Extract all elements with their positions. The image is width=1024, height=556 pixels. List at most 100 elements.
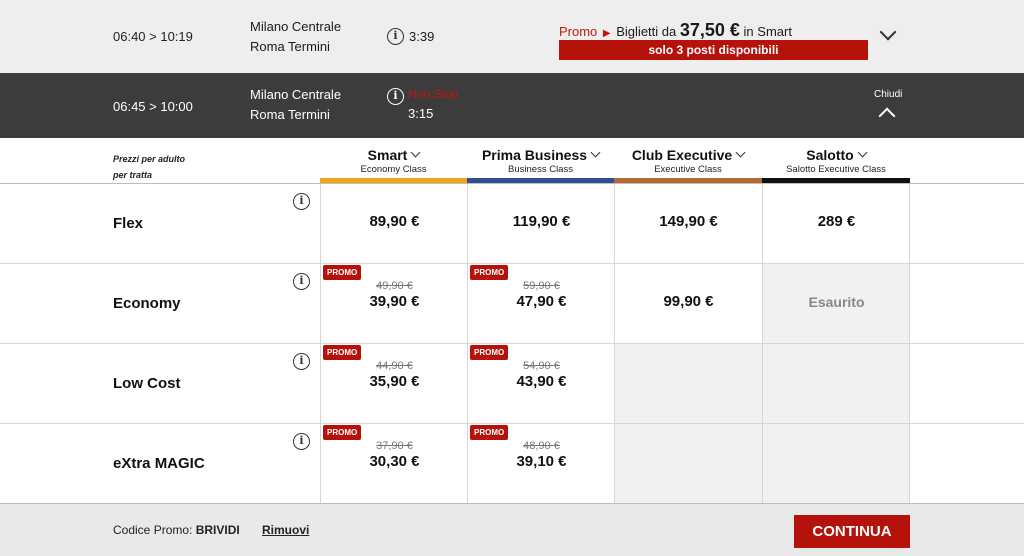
price: 30,30 € bbox=[369, 453, 420, 470]
fare-name: Economy bbox=[113, 295, 181, 312]
class-sub: Executive Class bbox=[654, 164, 722, 175]
train-duration: 3:39 bbox=[409, 29, 435, 44]
chevron-down-icon bbox=[410, 147, 421, 158]
close-label[interactable]: Chiudi bbox=[874, 89, 902, 100]
info-icon[interactable]: i bbox=[387, 88, 404, 105]
promo-price: 37,50 € bbox=[679, 20, 740, 40]
price: 39,10 € bbox=[516, 453, 567, 470]
arrival-station: Roma Termini bbox=[250, 107, 330, 122]
class-sub: Business Class bbox=[508, 164, 573, 175]
fare-cell[interactable]: 119,90 € bbox=[467, 184, 615, 263]
fare-row: eXtra MAGIC i PROMO 37,90 €30,30 € PROMO 48,9… bbox=[0, 424, 1024, 504]
info-icon[interactable]: i bbox=[293, 273, 310, 290]
promo-badge: PROMO bbox=[470, 345, 509, 360]
promo-badge: PROMO bbox=[470, 425, 509, 440]
fare-cell[interactable]: PROMO 44,90 €35,90 € bbox=[320, 344, 468, 423]
class-name: Club Executive bbox=[631, 147, 733, 163]
sold-out-label: Esaurito bbox=[808, 294, 865, 310]
class-name: Prima Business bbox=[481, 147, 588, 163]
promo-label: Promo bbox=[559, 24, 598, 39]
promo-badge: PROMO bbox=[470, 265, 509, 280]
old-price: 54,90 € bbox=[523, 360, 560, 372]
fare-cell[interactable]: 289 € bbox=[762, 184, 910, 263]
class-color-bar bbox=[467, 178, 614, 183]
play-arrow-icon: ▶ bbox=[602, 28, 611, 39]
column-divider bbox=[909, 344, 910, 423]
old-price: 44,90 € bbox=[376, 360, 413, 372]
promo-code-label: Codice Promo: bbox=[113, 523, 193, 537]
per-adult-line1: Prezzi per adulto bbox=[113, 154, 186, 164]
fare-name: eXtra MAGIC bbox=[113, 455, 205, 472]
class-salotto[interactable]: Salotto Salotto Executive Class bbox=[762, 147, 910, 184]
class-smart[interactable]: Smart Economy Class bbox=[320, 147, 467, 184]
price: 47,90 € bbox=[516, 293, 567, 310]
train-row-0640[interactable]: 06:40 > 10:19 Milano Centrale Roma Termi… bbox=[0, 0, 1024, 73]
price: 149,90 € bbox=[659, 213, 718, 230]
fare-cell[interactable]: PROMO 59,90 €47,90 € bbox=[467, 264, 615, 343]
chevron-down-icon bbox=[857, 147, 868, 158]
train-row-0645[interactable]: 06:45 > 10:00 Milano Centrale Roma Termi… bbox=[0, 73, 1024, 138]
fare-cell[interactable]: 99,90 € bbox=[614, 264, 762, 343]
fare-cell[interactable]: PROMO 54,90 €43,90 € bbox=[467, 344, 615, 423]
fare-class-header: Prezzi per adulto per tratta Smart Econo… bbox=[0, 138, 1024, 184]
fare-cell[interactable]: 89,90 € bbox=[320, 184, 468, 263]
availability-banner: solo 3 posti disponibili bbox=[559, 40, 868, 60]
column-divider bbox=[909, 424, 910, 503]
fare-row: Flex i 89,90 € 119,90 € 149,90 € 289 € bbox=[0, 184, 1024, 264]
nonstop-label: Non Stop bbox=[408, 87, 459, 101]
fare-row: Low Cost i PROMO 44,90 €35,90 € PROMO 54,90 €… bbox=[0, 344, 1024, 424]
class-sub: Economy Class bbox=[360, 164, 427, 175]
class-color-bar bbox=[320, 178, 467, 183]
promo-text-before: Biglietti da bbox=[616, 24, 677, 39]
promo-text-after: in Smart bbox=[743, 24, 792, 39]
class-name: Salotto bbox=[806, 147, 854, 163]
chevron-down-icon bbox=[735, 147, 746, 158]
class-prima-business[interactable]: Prima Business Business Class bbox=[467, 147, 614, 184]
promo-code: Codice Promo: BRIVIDI bbox=[113, 523, 240, 537]
fare-cell-empty bbox=[762, 424, 910, 503]
chevron-up-icon[interactable] bbox=[878, 107, 896, 125]
fare-cell-empty bbox=[762, 344, 910, 423]
class-sub: Salotto Executive Class bbox=[786, 164, 886, 175]
class-color-bar bbox=[762, 178, 910, 183]
price: 119,90 € bbox=[512, 213, 571, 230]
column-divider bbox=[909, 264, 910, 343]
footer-bar: Codice Promo: BRIVIDI Rimuovi CONTINUA bbox=[0, 503, 1024, 556]
fare-cell[interactable]: 149,90 € bbox=[614, 184, 762, 263]
departure-station: Milano Centrale bbox=[250, 19, 342, 34]
price: 43,90 € bbox=[516, 373, 567, 390]
info-icon[interactable]: i bbox=[293, 353, 310, 370]
train-times: 06:45 > 10:00 bbox=[113, 99, 193, 114]
old-price: 49,90 € bbox=[376, 280, 413, 292]
remove-promo-link[interactable]: Rimuovi bbox=[262, 523, 309, 537]
chevron-down-icon bbox=[590, 147, 601, 158]
fare-cell-sold-out: Esaurito bbox=[762, 264, 910, 343]
promo-badge: PROMO bbox=[323, 265, 362, 280]
info-icon[interactable]: i bbox=[293, 193, 310, 210]
train-stations: Milano Centrale Roma Termini bbox=[250, 85, 341, 125]
fare-name: Low Cost bbox=[113, 375, 181, 392]
class-color-bar bbox=[614, 178, 762, 183]
fare-cell[interactable]: PROMO 48,90 €39,10 € bbox=[467, 424, 615, 503]
train-duration: 3:15 bbox=[408, 106, 434, 121]
promo-code-value: BRIVIDI bbox=[195, 523, 240, 537]
arrival-station: Roma Termini bbox=[250, 39, 330, 54]
info-icon[interactable]: i bbox=[293, 433, 310, 450]
fare-cell[interactable]: PROMO 49,90 €39,90 € bbox=[320, 264, 468, 343]
column-divider bbox=[909, 184, 910, 263]
price: 35,90 € bbox=[369, 373, 420, 390]
price: 39,90 € bbox=[369, 293, 420, 310]
price: 89,90 € bbox=[369, 213, 420, 230]
class-name: Smart bbox=[367, 147, 408, 163]
old-price: 48,90 € bbox=[523, 440, 560, 452]
per-adult-line2: per tratta bbox=[113, 170, 153, 180]
per-adult-note: Prezzi per adulto per tratta bbox=[113, 151, 185, 183]
chevron-down-icon[interactable] bbox=[879, 23, 897, 41]
promo-badge: PROMO bbox=[323, 345, 362, 360]
info-icon[interactable]: i bbox=[387, 28, 404, 45]
old-price: 37,90 € bbox=[376, 440, 413, 452]
train-stations: Milano Centrale Roma Termini bbox=[250, 17, 341, 57]
class-club-executive[interactable]: Club Executive Executive Class bbox=[614, 147, 762, 184]
continue-button[interactable]: CONTINUA bbox=[794, 515, 910, 548]
fare-cell[interactable]: PROMO 37,90 €30,30 € bbox=[320, 424, 468, 503]
